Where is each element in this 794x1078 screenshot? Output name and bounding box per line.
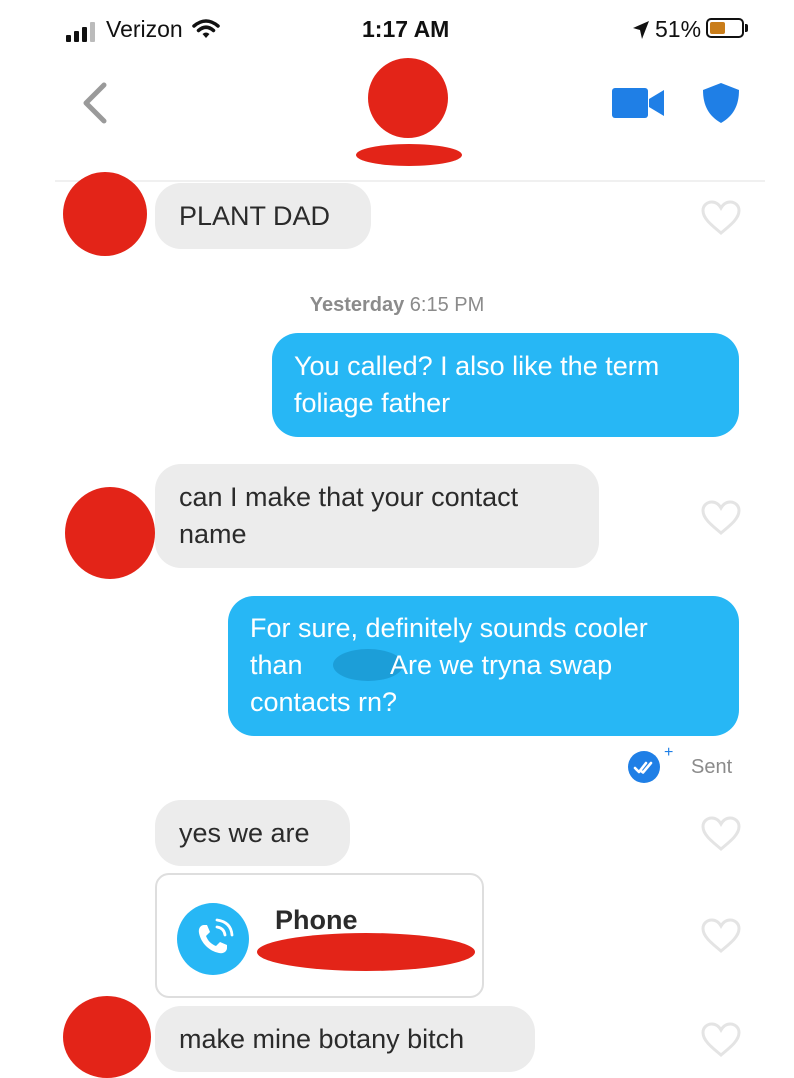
- message-text-segment: Are we tryna swap: [390, 650, 613, 680]
- date-separator: Yesterday 6:15 PM: [0, 294, 794, 317]
- message-bubble-incoming[interactable]: make mine botany bitch: [155, 1006, 535, 1072]
- message-text: yes we are: [179, 818, 310, 848]
- match-avatar-redacted[interactable]: [368, 58, 448, 138]
- shield-icon[interactable]: [701, 82, 741, 124]
- heart-icon[interactable]: [701, 816, 741, 852]
- message-bubble-incoming[interactable]: can I make that your contact name: [155, 464, 599, 568]
- location-arrow-icon: [633, 21, 649, 39]
- date-separator-day: Yesterday: [309, 294, 405, 316]
- message-bubble-incoming[interactable]: PLANT DAD: [155, 183, 371, 249]
- clock: 1:17 AM: [362, 16, 450, 42]
- video-camera-icon[interactable]: [612, 88, 664, 118]
- contact-card[interactable]: Phone: [155, 873, 484, 998]
- message-bubble-outgoing[interactable]: For sure, definitely sounds cooler than …: [228, 596, 739, 736]
- double-check-icon[interactable]: [628, 751, 660, 783]
- signal-icon: [66, 22, 100, 42]
- battery-icon: [706, 18, 744, 38]
- heart-icon[interactable]: [701, 1022, 741, 1058]
- message-text-line: name: [179, 519, 247, 549]
- message-text: PLANT DAD: [179, 201, 331, 231]
- wifi-icon: [192, 19, 220, 38]
- message-text-segment: than: [250, 650, 303, 680]
- message-text-line: contacts rn?: [250, 687, 398, 717]
- message-text-line: can I make that your contact: [179, 482, 519, 512]
- date-separator-time: 6:15 PM: [409, 294, 485, 316]
- chevron-left-icon[interactable]: [78, 82, 110, 124]
- plus-icon: +: [664, 744, 674, 761]
- heart-icon[interactable]: [701, 200, 741, 236]
- message-text-line-2: than Are we tryna swap: [250, 647, 717, 684]
- header-divider: [55, 180, 765, 182]
- message-text-line: For sure, definitely sounds cooler: [250, 613, 648, 643]
- avatar: [63, 172, 147, 256]
- avatar: [63, 996, 151, 1078]
- phone-icon: [177, 903, 249, 975]
- message-text: make mine botany bitch: [179, 1024, 465, 1054]
- message-bubble-incoming[interactable]: yes we are: [155, 800, 350, 866]
- avatar: [65, 487, 155, 579]
- battery-tip: [745, 24, 748, 32]
- message-bubble-outgoing[interactable]: You called? I also like the term foliage…: [272, 333, 739, 437]
- match-name-redacted: [356, 144, 462, 166]
- phone-number-redacted: [257, 933, 475, 971]
- contact-card-label: Phone: [275, 905, 358, 935]
- heart-icon[interactable]: [701, 500, 741, 536]
- message-text-line: You called? I also like the term: [294, 351, 660, 381]
- carrier-name: Verizon: [106, 16, 183, 42]
- battery-fill: [710, 22, 726, 34]
- message-text-line: foliage father: [294, 388, 451, 418]
- battery-percent: 51%: [655, 16, 702, 42]
- sent-status: Sent: [691, 756, 733, 778]
- heart-icon[interactable]: [701, 918, 741, 954]
